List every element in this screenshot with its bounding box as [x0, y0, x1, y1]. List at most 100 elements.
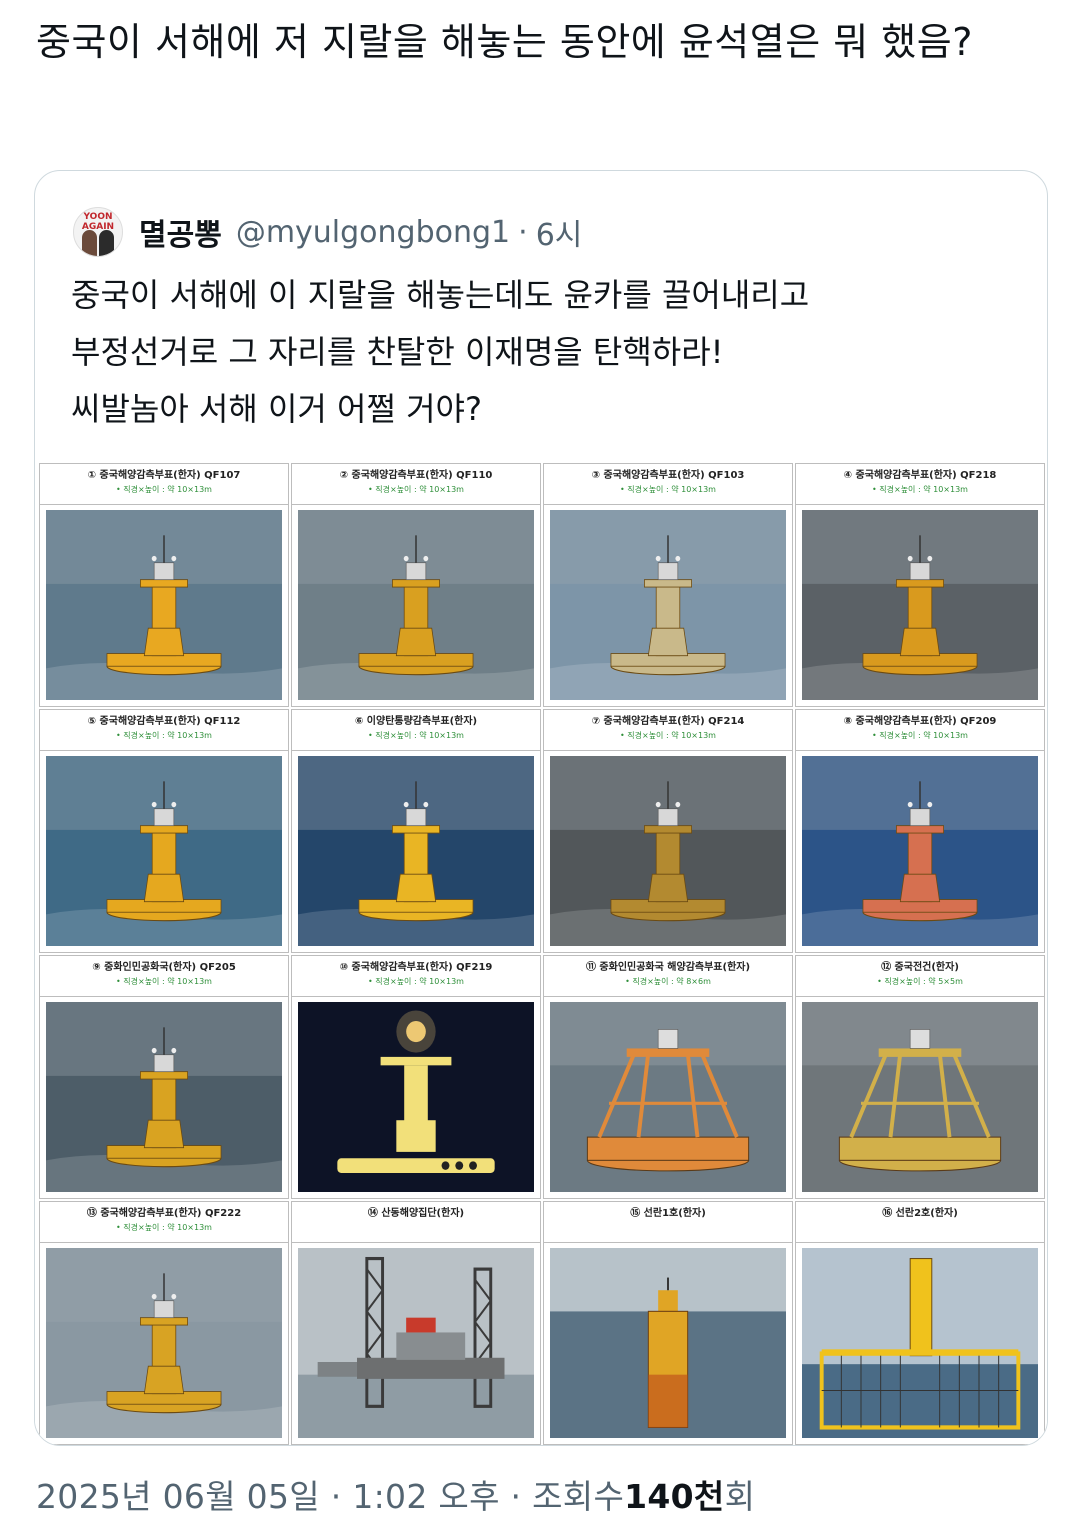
buoy-photo — [298, 1248, 534, 1438]
buoy-photo — [802, 1248, 1038, 1438]
buoy-photo — [46, 1248, 282, 1438]
buoy-photo — [298, 510, 534, 700]
collage-cell: ④ 중국해양감측부표(한자) QF218 • 직경×높이 : 약 10×13m — [795, 463, 1045, 707]
cell-spec: • 직경×높이 : 약 10×13m — [368, 485, 464, 494]
cell-title: ⑮ 선란1호(한자) — [630, 1208, 706, 1219]
cell-title: ⑨ 중화인민공화국(한자) QF205 — [92, 962, 236, 973]
cell-caption: ④ 중국해양감측부표(한자) QF218 • 직경×높이 : 약 10×13m — [796, 464, 1044, 505]
cell-caption: ⑮ 선란1호(한자) — [544, 1202, 792, 1243]
cell-spec: • 직경×높이 : 약 10×13m — [620, 485, 716, 494]
cell-title: ⑩ 중국해양감측부표(한자) QF219 — [339, 962, 493, 973]
quote-line: 중국이 서해에 이 지랄을 해놓는데도 윤카를 끌어내리고 — [71, 276, 810, 314]
collage-cell: ⑤ 중국해양감측부표(한자) QF112 • 직경×높이 : 약 10×13m — [39, 709, 289, 953]
photo-image — [802, 510, 1038, 700]
cell-title: ⑪ 중화인민공화국 해양감측부표(한자) — [585, 962, 751, 973]
cell-title: ③ 중국해양감측부표(한자) QF103 — [591, 470, 745, 481]
image-collage[interactable]: ① 중국해양감측부표(한자) QF107 • 직경×높이 : 약 10×13m ②… — [35, 463, 1047, 1445]
photo-image — [802, 1248, 1038, 1438]
cell-caption: ⑯ 선란2호(한자) — [796, 1202, 1044, 1243]
quoted-tweet-text: 중국이 서해에 이 지랄을 해놓는데도 윤카를 끌어내리고 부정선거로 그 자리… — [71, 267, 1011, 438]
cell-caption: ⑩ 중국해양감측부표(한자) QF219 • 직경×높이 : 약 10×13m — [292, 956, 540, 997]
cell-spec: • 직경×높이 : 약 8×6m — [625, 977, 711, 986]
buoy-photo — [46, 510, 282, 700]
cell-title: ⑦ 중국해양감측부표(한자) QF214 — [591, 716, 745, 727]
photo-image — [550, 1248, 786, 1438]
collage-cell: ⑪ 중화인민공화국 해양감측부표(한자) • 직경×높이 : 약 8×6m — [543, 955, 793, 1199]
cell-caption: ⑬ 중국해양감측부표(한자) QF222 • 직경×높이 : 약 10×13m — [40, 1202, 288, 1243]
photo-image — [550, 510, 786, 700]
collage-cell: ⑨ 중화인민공화국(한자) QF205 • 직경×높이 : 약 10×13m — [39, 955, 289, 1199]
cell-title: ⑯ 선란2호(한자) — [882, 1208, 958, 1219]
cell-spec: • 직경×높이 : 약 10×13m — [872, 731, 968, 740]
buoy-photo — [802, 510, 1038, 700]
buoy-photo — [550, 1002, 786, 1192]
photo-image — [46, 1002, 282, 1192]
views-suffix: 회 — [724, 1477, 756, 1516]
photo-image — [46, 1248, 282, 1438]
cell-caption: ② 중국해양감측부표(한자) QF110 • 직경×높이 : 약 10×13m — [292, 464, 540, 505]
photo-image — [550, 1002, 786, 1192]
buoy-photo — [802, 756, 1038, 946]
buoy-photo — [550, 1248, 786, 1438]
meta-separator: · — [330, 1477, 342, 1516]
cell-caption: ⑭ 산동해양집단(한자) — [292, 1202, 540, 1243]
cell-spec: • 직경×높이 : 약 10×13m — [368, 977, 464, 986]
author-handle[interactable]: @myulgongbong1 — [236, 215, 510, 250]
cell-caption: ⑧ 중국해양감측부표(한자) QF209 • 직경×높이 : 약 10×13m — [796, 710, 1044, 751]
avatar[interactable]: YOON AGAIN — [73, 207, 123, 257]
cell-caption: ① 중국해양감측부표(한자) QF107 • 직경×높이 : 약 10×13m — [40, 464, 288, 505]
cell-title: ⑫ 중국전건(한자) — [881, 962, 959, 973]
photo-image — [802, 756, 1038, 946]
buoy-photo — [550, 756, 786, 946]
tweet-meta: 2025년 06월 05일 · 1:02 오후 · 조회수140천회 — [36, 1470, 755, 1518]
avatar-badge: YOON AGAIN — [81, 212, 115, 232]
cell-spec: • 직경×높이 : 약 10×13m — [116, 1223, 212, 1232]
collage-cell: ⑯ 선란2호(한자) — [795, 1201, 1045, 1445]
collage-cell: ② 중국해양감측부표(한자) QF110 • 직경×높이 : 약 10×13m — [291, 463, 541, 707]
quoted-tweet-card[interactable]: YOON AGAIN 멸공뽕 @myulgongbong1 · 6시 중국이 서… — [34, 170, 1048, 1446]
author-name[interactable]: 멸공뽕 — [139, 210, 222, 254]
collage-cell: ⑧ 중국해양감측부표(한자) QF209 • 직경×높이 : 약 10×13m — [795, 709, 1045, 953]
cell-caption: ⑤ 중국해양감측부표(한자) QF112 • 직경×높이 : 약 10×13m — [40, 710, 288, 751]
cell-title: ⑧ 중국해양감측부표(한자) QF209 — [843, 716, 997, 727]
cell-title: ② 중국해양감측부표(한자) QF110 — [339, 470, 493, 481]
quoted-tweet-header: YOON AGAIN 멸공뽕 @myulgongbong1 · 6시 — [73, 207, 583, 257]
cell-spec: • 직경×높이 : 약 10×13m — [872, 485, 968, 494]
collage-cell: ③ 중국해양감측부표(한자) QF103 • 직경×높이 : 약 10×13m — [543, 463, 793, 707]
buoy-photo — [46, 756, 282, 946]
buoy-photo — [298, 1002, 534, 1192]
photo-image — [298, 1002, 534, 1192]
cell-title: ⑤ 중국해양감측부표(한자) QF112 — [87, 716, 241, 727]
post-time[interactable]: 6시 — [536, 210, 583, 254]
photo-image — [802, 1002, 1038, 1192]
buoy-photo — [802, 1002, 1038, 1192]
collage-cell: ① 중국해양감측부표(한자) QF107 • 직경×높이 : 약 10×13m — [39, 463, 289, 707]
photo-image — [298, 510, 534, 700]
cell-spec: • 직경×높이 : 약 10×13m — [116, 485, 212, 494]
photo-image — [46, 510, 282, 700]
cell-spec: • 직경×높이 : 약 10×13m — [116, 977, 212, 986]
post-clock-time[interactable]: 1:02 오후 — [352, 1477, 499, 1516]
photo-image — [46, 756, 282, 946]
cell-spec: • 직경×높이 : 약 10×13m — [368, 731, 464, 740]
collage-cell: ⑦ 중국해양감측부표(한자) QF214 • 직경×높이 : 약 10×13m — [543, 709, 793, 953]
photo-image — [298, 1248, 534, 1438]
buoy-photo — [46, 1002, 282, 1192]
post-date[interactable]: 2025년 06월 05일 — [36, 1477, 320, 1516]
views-count: 140천 — [624, 1477, 725, 1516]
cell-caption: ⑨ 중화인민공화국(한자) QF205 • 직경×높이 : 약 10×13m — [40, 956, 288, 997]
collage-cell: ⑬ 중국해양감측부표(한자) QF222 • 직경×높이 : 약 10×13m — [39, 1201, 289, 1445]
cell-spec: • 직경×높이 : 약 10×13m — [620, 731, 716, 740]
photo-image — [550, 756, 786, 946]
header-separator: · — [518, 214, 528, 250]
buoy-photo — [298, 756, 534, 946]
quote-line: 씨발놈아 서해 이거 어쩔 거야? — [71, 390, 482, 428]
cell-title: ⑥ 이양탄통량감측부표(한자) — [354, 716, 478, 727]
cell-title: ⑭ 산동해양집단(한자) — [367, 1208, 465, 1219]
cell-title: ① 중국해양감측부표(한자) QF107 — [87, 470, 241, 481]
photo-image — [298, 756, 534, 946]
cell-caption: ⑪ 중화인민공화국 해양감측부표(한자) • 직경×높이 : 약 8×6m — [544, 956, 792, 997]
cell-caption: ⑥ 이양탄통량감측부표(한자) • 직경×높이 : 약 10×13m — [292, 710, 540, 751]
cell-caption: ⑫ 중국전건(한자) • 직경×높이 : 약 5×5m — [796, 956, 1044, 997]
cell-spec: • 직경×높이 : 약 10×13m — [116, 731, 212, 740]
